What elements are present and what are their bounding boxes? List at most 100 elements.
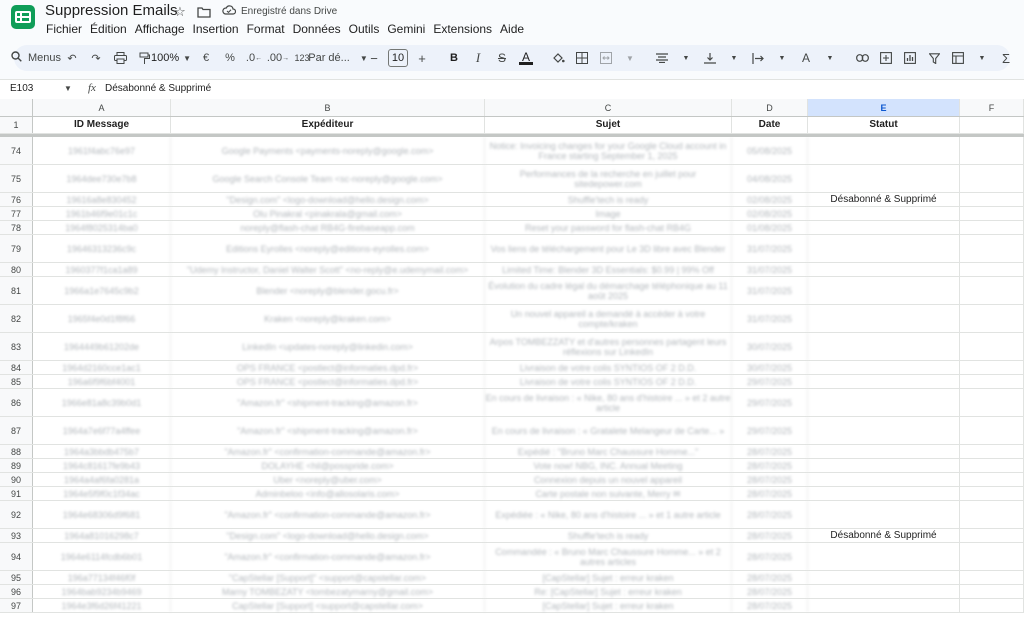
chevron-down-icon[interactable]: ▼ [972,47,992,69]
cell-f[interactable] [960,235,1024,262]
row-number[interactable]: 96 [0,585,33,598]
text-color-button[interactable]: A [516,47,536,69]
cell-sujet[interactable]: Arpos TOMBEZZATY et d'autres personnes p… [485,333,732,360]
menu-view[interactable]: Affichage [131,21,189,37]
cell-id-message[interactable]: 1964d2160cce1ac1 [33,361,171,374]
header-cell-f[interactable] [960,117,1024,133]
fill-color-icon[interactable] [548,47,568,69]
filter-views-icon[interactable] [948,47,968,69]
row-number[interactable]: 83 [0,333,33,360]
increase-decimal-button[interactable]: .00 → [267,47,289,69]
cell-sujet[interactable]: Reset your password for flash-chat RB4G [485,221,732,234]
cell-f[interactable] [960,263,1024,276]
cell-id-message[interactable]: 1964e3f6d26f41221 [33,599,171,612]
cell-date[interactable]: 29/07/2025 [732,389,808,416]
insert-chart-icon[interactable] [900,47,920,69]
menu-data[interactable]: Données [289,21,345,37]
cell-f[interactable] [960,361,1024,374]
cell-date[interactable]: 31/07/2025 [732,263,808,276]
cell-statut[interactable] [808,375,960,388]
cell-expediteur[interactable]: Editions Eyrolles <noreply@editions-eyro… [171,235,485,262]
row-number[interactable]: 90 [0,473,33,486]
menu-insert[interactable]: Insertion [189,21,243,37]
percent-format-button[interactable]: % [220,47,240,69]
cell-sujet[interactable]: Re: [CapStellar] Sujet : erreur kraken [485,585,732,598]
row-number[interactable]: 88 [0,445,33,458]
cell-f[interactable] [960,389,1024,416]
menu-tools[interactable]: Outils [345,21,384,37]
chevron-down-icon[interactable]: ▼ [724,47,744,69]
row-number[interactable]: 81 [0,277,33,304]
menu-edit[interactable]: Édition [86,21,131,37]
font-size-field[interactable]: 10 [388,47,408,69]
column-header-e[interactable]: E [808,99,960,116]
row-number[interactable]: 76 [0,193,33,206]
cell-f[interactable] [960,487,1024,500]
cell-id-message[interactable]: 1965f4e0d1f8f66 [33,305,171,332]
chevron-down-icon[interactable]: ▼ [620,47,640,69]
row-number[interactable]: 92 [0,501,33,528]
cell-sujet[interactable]: Limited Time: Blender 3D Essentials: $0.… [485,263,732,276]
cell-statut[interactable] [808,417,960,444]
font-select[interactable]: Par dé... ▼ [308,47,368,69]
redo-icon[interactable]: ↷ [86,47,106,69]
cell-date[interactable]: 30/07/2025 [732,361,808,374]
cell-sujet[interactable]: Shuffle'tech is ready [485,193,732,206]
cell-expediteur[interactable]: Blender <noreply@blender.gocu.fr> [171,277,485,304]
column-header-d[interactable]: D [732,99,808,116]
cell-statut[interactable] [808,137,960,164]
cell-sujet[interactable]: Notice: Invoicing changes for your Googl… [485,137,732,164]
cell-expediteur[interactable]: "Udemy Instructor, Daniel Walter Scott" … [171,263,485,276]
cell-sujet[interactable]: Connexion depuis un nouvel appareil [485,473,732,486]
cell-id-message[interactable]: 19646313236c9c [33,235,171,262]
cell-id-message[interactable]: 1964a81016298c7 [33,529,171,542]
cell-id-message[interactable]: 1964dee730e7b8 [33,165,171,192]
cell-date[interactable]: 28/07/2025 [732,529,808,542]
currency-format-button[interactable]: € [196,47,216,69]
insert-comment-icon[interactable] [876,47,896,69]
cell-sujet[interactable]: Livraison de votre colis SYNTIOS OF 2 D.… [485,361,732,374]
cell-date[interactable]: 28/07/2025 [732,571,808,584]
cell-expediteur[interactable]: LinkedIn <updates-noreply@linkedin.com> [171,333,485,360]
row-number[interactable]: 79 [0,235,33,262]
zoom-select[interactable]: 100% ▼ [151,47,191,69]
cell-id-message[interactable]: 196a77134f46f0f [33,571,171,584]
italic-button[interactable]: I [468,47,488,69]
cell-expediteur[interactable]: Google Payments <payments-noreply@google… [171,137,485,164]
cell-id-message[interactable]: 1964a3bbdb475b7 [33,445,171,458]
decrease-decimal-button[interactable]: .0 ← [244,47,264,69]
cell-f[interactable] [960,333,1024,360]
cell-statut[interactable] [808,361,960,374]
cell-id-message[interactable]: 1960377f1ca1a89 [33,263,171,276]
row-number[interactable]: 95 [0,571,33,584]
menu-help[interactable]: Aide [496,21,528,37]
cell-date[interactable]: 28/07/2025 [732,487,808,500]
column-header-a[interactable]: A [33,99,171,116]
cell-expediteur[interactable]: Adminbeloo <info@allosolaris.com> [171,487,485,500]
star-icon[interactable]: ☆ [172,4,188,20]
save-status[interactable]: Enregistré dans Drive [222,5,337,18]
cell-f[interactable] [960,571,1024,584]
cell-id-message[interactable]: 1964f8025314ba0 [33,221,171,234]
text-rotation-icon[interactable]: A [796,47,816,69]
cell-date[interactable]: 28/07/2025 [732,445,808,458]
cell-sujet[interactable]: [CapStellar] Sujet : erreur kraken [485,599,732,612]
menu-extensions[interactable]: Extensions [429,21,496,37]
cell-date[interactable]: 28/07/2025 [732,501,808,528]
horizontal-align-icon[interactable] [652,47,672,69]
cell-sujet[interactable]: Vote now! NBG, INC. Annual Meeting [485,459,732,472]
cell-id-message[interactable]: 1966a1e7645c9b2 [33,277,171,304]
cell-sujet[interactable]: Évolution du cadre légal du démarchage t… [485,277,732,304]
undo-icon[interactable]: ↶ [62,47,82,69]
cell-f[interactable] [960,165,1024,192]
cell-statut[interactable] [808,571,960,584]
cell-sujet[interactable]: Commandée : « Bruno Marc Chaussure Homme… [485,543,732,570]
column-header-c[interactable]: C [485,99,732,116]
row-number[interactable]: 78 [0,221,33,234]
cell-sujet[interactable]: Livraison de votre colis SYNTIOS OF 2 D.… [485,375,732,388]
cell-id-message[interactable]: 1964e68306d9f681 [33,501,171,528]
cell-sujet[interactable]: Vos liens de téléchargement pour Le 3D l… [485,235,732,262]
filter-icon[interactable] [924,47,944,69]
column-header-b[interactable]: B [171,99,485,116]
cell-statut[interactable] [808,473,960,486]
